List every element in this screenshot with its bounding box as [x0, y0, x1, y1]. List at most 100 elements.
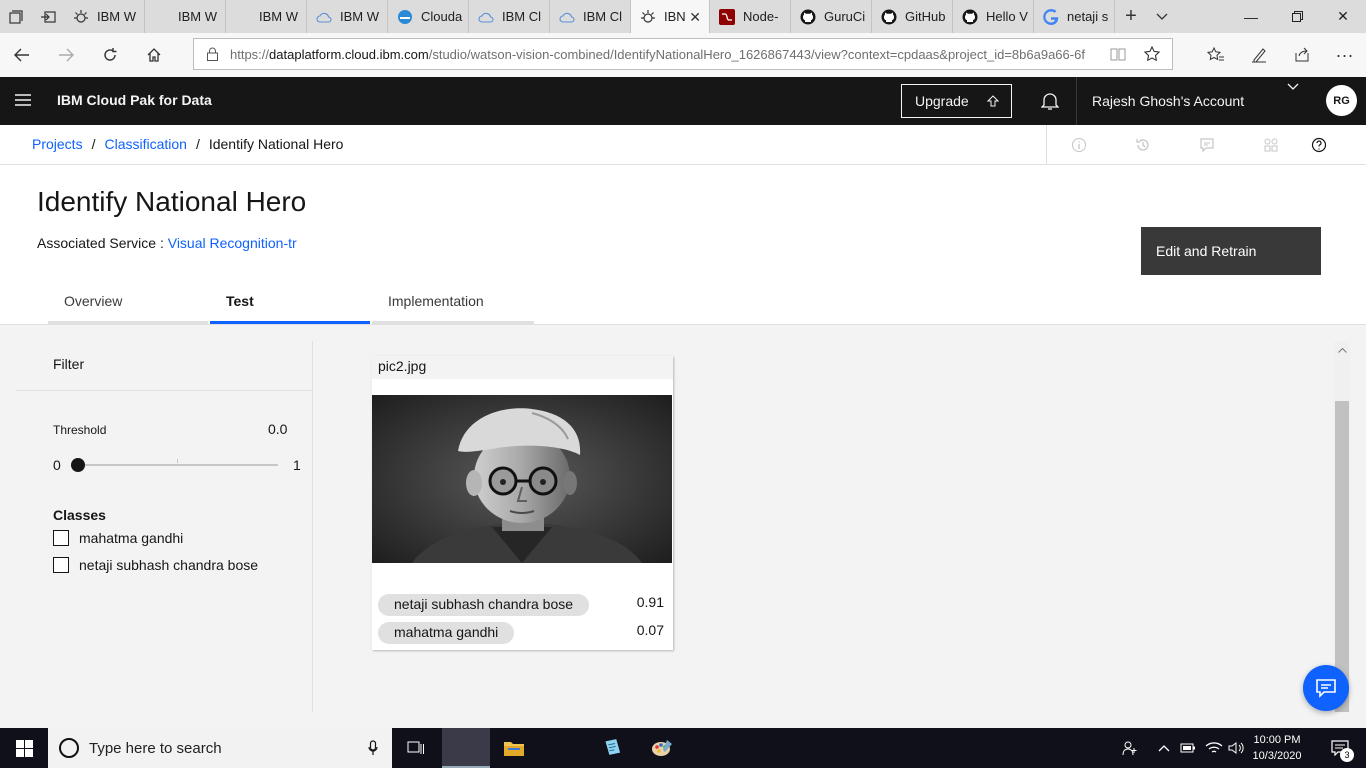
browser-tab-label: IBN — [664, 9, 686, 24]
new-tab-button[interactable]: + — [1115, 0, 1147, 33]
browser-tab[interactable]: GitHub — [872, 0, 953, 33]
breadcrumb-bar: Projects / Classification / Identify Nat… — [0, 125, 1366, 165]
chat-support-button[interactable] — [1303, 665, 1349, 711]
notification-count-badge: 3 — [1340, 748, 1354, 762]
browser-tab[interactable]: IBM W — [307, 0, 388, 33]
notes-pen-icon[interactable] — [1237, 33, 1280, 77]
breadcrumb-projects[interactable]: Projects — [32, 136, 83, 152]
address-bar[interactable]: https://dataplatform.cloud.ibm.com/studi… — [193, 38, 1173, 70]
browser-tab-label: Clouda — [421, 9, 463, 24]
tab-test[interactable]: Test — [210, 289, 370, 324]
system-clock[interactable]: 10:00 PM 10/3/2020 — [1248, 732, 1306, 764]
upgrade-button[interactable]: Upgrade — [901, 84, 1012, 118]
browser-tab[interactable]: IBM Cl — [550, 0, 631, 33]
class-filter-mahatma-gandhi[interactable]: mahatma gandhi — [53, 530, 183, 546]
reading-view-icon[interactable] — [1110, 47, 1126, 61]
clock-date: 10/3/2020 — [1252, 750, 1302, 762]
browser-tab[interactable]: IBM W — [226, 0, 307, 33]
set-aside-tabs-icon[interactable] — [32, 0, 64, 33]
tab-menu-chevron-icon[interactable] — [1147, 0, 1177, 33]
threshold-slider-track[interactable] — [78, 464, 278, 466]
volume-icon[interactable] — [1226, 728, 1248, 768]
people-icon[interactable] — [1118, 728, 1142, 768]
scroll-up-arrow-icon[interactable] — [1334, 341, 1350, 358]
scrollbar-thumb[interactable] — [1335, 401, 1349, 712]
show-hidden-icons-chevron-icon[interactable] — [1156, 728, 1172, 768]
browser-tab-label: IBM Cl — [583, 9, 622, 24]
back-icon[interactable] — [0, 33, 44, 77]
favorites-icon[interactable] — [1194, 33, 1237, 77]
home-icon[interactable] — [132, 33, 176, 77]
tab-implementation[interactable]: Implementation — [372, 289, 534, 324]
test-result-card[interactable]: pic2.jpg netaji subhash chandra bose 0.9… — [372, 356, 673, 650]
account-chevron-icon[interactable] — [1287, 83, 1299, 91]
breadcrumb-classification[interactable]: Classification — [104, 136, 186, 152]
integrations-icon[interactable] — [1239, 125, 1303, 165]
browser-tab[interactable]: IBM W — [64, 0, 145, 33]
notifications-bell-icon[interactable] — [1041, 91, 1059, 111]
browser-tab[interactable]: GuruCi — [791, 0, 872, 33]
comments-icon[interactable] — [1175, 125, 1239, 165]
score-row: mahatma gandhi 0.07 — [378, 622, 668, 644]
browser-tab-label: netaji s — [1067, 9, 1109, 24]
restore-button[interactable] — [1274, 0, 1320, 33]
threshold-slider-handle[interactable] — [71, 458, 85, 472]
edge-browser-taskbar-icon[interactable] — [442, 728, 490, 768]
close-tab-icon[interactable]: ✕ — [689, 9, 701, 26]
battery-icon[interactable] — [1178, 728, 1198, 768]
ibm-watson-icon — [640, 9, 656, 25]
checkbox[interactable] — [53, 530, 69, 546]
close-window-button[interactable]: ✕ — [1320, 0, 1366, 33]
taskbar-search-placeholder: Type here to search — [89, 739, 222, 757]
checkbox[interactable] — [53, 557, 69, 573]
hamburger-menu-icon[interactable] — [14, 93, 32, 107]
browser-tab[interactable]: Hello V — [953, 0, 1034, 33]
product-name[interactable]: IBM Cloud Pak for Data — [57, 92, 212, 108]
favorite-star-icon[interactable] — [1144, 46, 1160, 62]
browser-tab-strip: IBM W IBM W IBM W IBM W Clouda IBM Cl IBM Cl IB… — [0, 0, 1366, 33]
taskbar-search-box[interactable]: Type here to search — [48, 728, 392, 768]
action-center-icon[interactable]: 3 — [1322, 728, 1358, 768]
history-icon[interactable] — [1111, 125, 1175, 165]
account-switcher[interactable]: Rajesh Ghosh's Account — [1092, 93, 1244, 109]
info-icon[interactable] — [1047, 125, 1111, 165]
help-icon[interactable] — [1303, 125, 1335, 165]
github-icon — [962, 9, 978, 25]
browser-tab[interactable]: Clouda — [388, 0, 469, 33]
breadcrumb-separator: / — [195, 136, 200, 152]
edit-and-retrain-button[interactable]: Edit and Retrain — [1141, 227, 1321, 275]
browser-tab[interactable]: IBN ✕ — [631, 0, 710, 33]
score-row: netaji subhash chandra bose 0.91 — [378, 594, 668, 616]
wifi-icon[interactable] — [1203, 728, 1225, 768]
header-divider — [1076, 77, 1077, 125]
tab-overview[interactable]: Overview — [48, 289, 208, 324]
more-options-icon[interactable]: ··· — [1323, 33, 1366, 77]
confidence-score: 0.07 — [636, 622, 664, 638]
slider-min-label: 0 — [53, 457, 61, 473]
file-explorer-icon[interactable] — [490, 728, 538, 768]
browser-tab-label: IBM W — [259, 9, 298, 24]
microphone-icon[interactable] — [368, 740, 378, 756]
associated-service-link[interactable]: Visual Recognition-tr — [168, 235, 297, 251]
avatar[interactable]: RG — [1326, 85, 1357, 116]
task-view-icon[interactable] — [392, 728, 440, 768]
forward-icon[interactable] — [44, 33, 88, 77]
tab-actions-icon[interactable] — [0, 0, 32, 33]
refresh-icon[interactable] — [88, 33, 132, 77]
browser-tab[interactable]: IBM Cl — [469, 0, 550, 33]
minimize-button[interactable]: — — [1228, 0, 1274, 33]
browser-tab-label: IBM Cl — [502, 9, 541, 24]
paint-icon[interactable] — [638, 728, 686, 768]
google-icon — [1043, 8, 1059, 25]
threshold-label: Threshold — [53, 423, 107, 437]
share-icon[interactable] — [1280, 33, 1323, 77]
browser-tab[interactable]: Node- — [710, 0, 791, 33]
breadcrumb-separator: / — [91, 136, 96, 152]
class-filter-netaji[interactable]: netaji subhash chandra bose — [53, 557, 258, 573]
browser-tab[interactable]: IBM W — [145, 0, 226, 33]
vertical-scrollbar[interactable] — [1334, 341, 1350, 712]
windows-start-icon[interactable] — [0, 728, 48, 768]
filter-title: Filter — [53, 356, 85, 372]
notepad-icon[interactable] — [589, 728, 637, 768]
browser-tab[interactable]: netaji s — [1034, 0, 1115, 33]
